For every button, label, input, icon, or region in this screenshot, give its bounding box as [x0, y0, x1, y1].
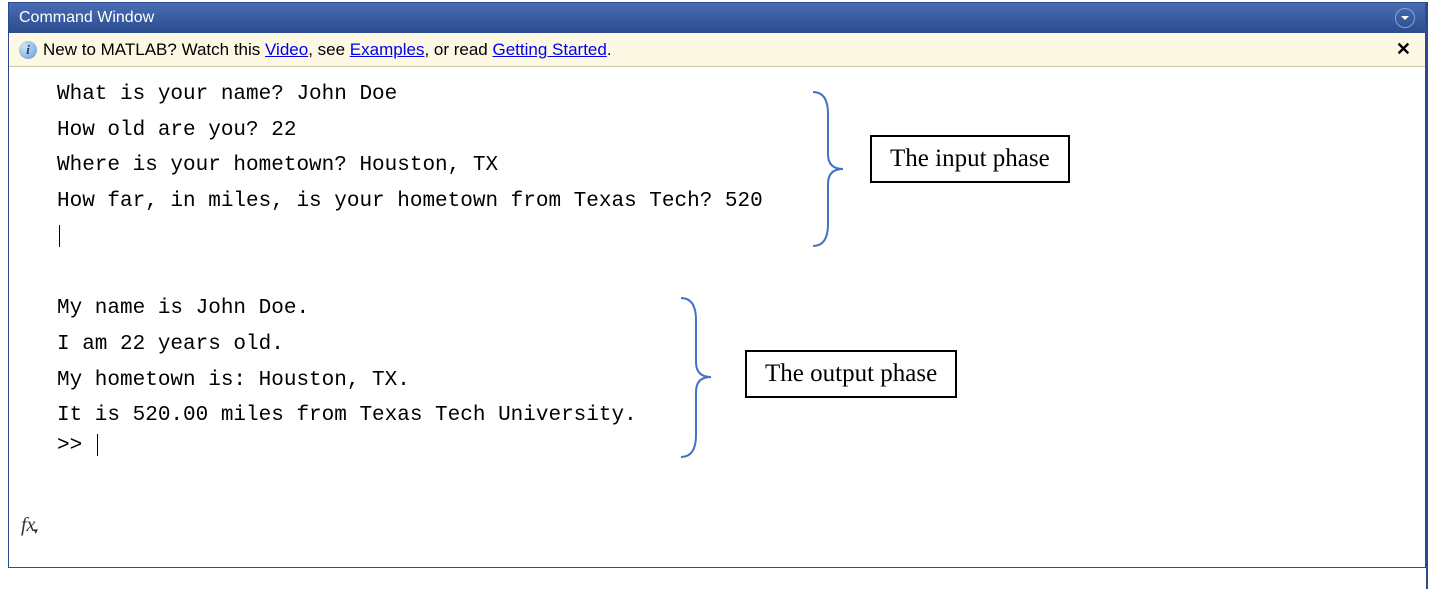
console-line: How old are you? 22 — [9, 113, 1425, 149]
console-cursor-blank — [9, 220, 1425, 256]
console-line: How far, in miles, is your hometown from… — [9, 184, 1425, 220]
window-right-border — [1426, 2, 1428, 589]
info-bar: i New to MATLAB? Watch this Video, see E… — [9, 33, 1425, 67]
window-title: Command Window — [19, 9, 154, 27]
console-line: My hometown is: Houston, TX. — [9, 363, 1425, 399]
console-line: Where is your hometown? Houston, TX — [9, 148, 1425, 184]
examples-link[interactable]: Examples — [350, 40, 425, 59]
console-line: It is 520.00 miles from Texas Tech Unive… — [9, 398, 1425, 434]
input-phase-label: The input phase — [870, 135, 1070, 183]
close-icon[interactable]: ✕ — [1392, 39, 1415, 60]
getting-started-link[interactable]: Getting Started — [492, 40, 606, 59]
titlebar: Command Window — [9, 3, 1425, 33]
console-blank — [9, 255, 1425, 291]
console-line: I am 22 years old. — [9, 327, 1425, 363]
fx-icon[interactable]: fx — [21, 514, 40, 537]
console-line: What is your name? John Doe — [9, 77, 1425, 113]
output-phase-label: The output phase — [745, 350, 957, 398]
console-line: My name is John Doe. — [9, 291, 1425, 327]
prompt-line[interactable]: >> — [9, 434, 1425, 458]
window-menu-icon[interactable] — [1395, 8, 1415, 28]
command-window: Command Window i New to MATLAB? Watch th… — [8, 2, 1426, 568]
video-link[interactable]: Video — [265, 40, 308, 59]
info-text: New to MATLAB? Watch this Video, see Exa… — [43, 40, 612, 60]
info-icon: i — [19, 41, 37, 59]
console-content[interactable]: What is your name? John Doe How old are … — [9, 67, 1425, 567]
